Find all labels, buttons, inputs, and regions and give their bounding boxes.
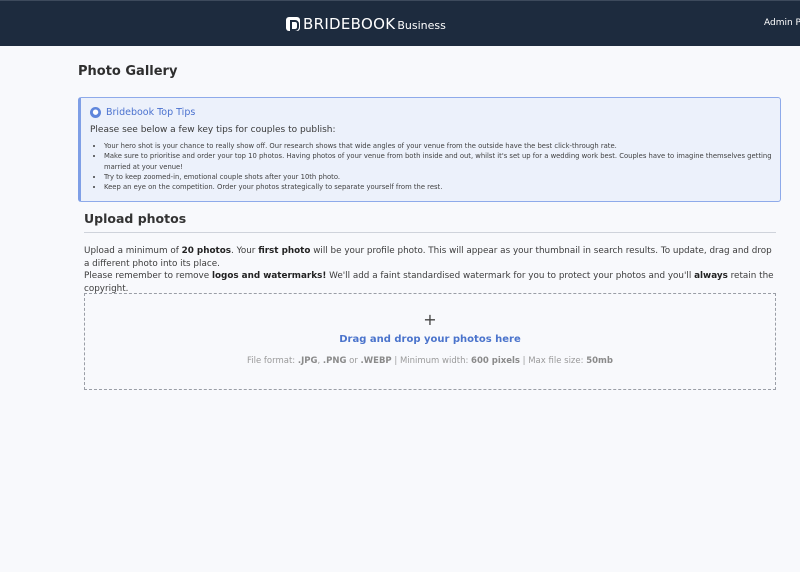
tip-item: Make sure to prioritise and order your t… [104, 151, 782, 172]
top-tips-panel: ● Bridebook Top Tips Please see below a … [78, 97, 781, 202]
upload-section-title: Upload photos [84, 211, 187, 226]
tips-header: ● Bridebook Top Tips [90, 107, 195, 118]
tips-title: Bridebook Top Tips [106, 107, 196, 118]
brand-logo-link[interactable]: BRIDEBOOK Business [286, 14, 446, 34]
section-divider [84, 232, 776, 233]
tip-item: Try to keep zoomed-in, emotional couple … [104, 172, 782, 182]
brand-name: BRIDEBOOK [303, 15, 396, 33]
top-navbar: BRIDEBOOK Business Admin Pa [0, 0, 800, 46]
admin-panel-link[interactable]: Admin Pa [764, 18, 800, 28]
tip-item: Keep an eye on the competition. Order yo… [104, 182, 782, 192]
add-photo-icon[interactable]: + [85, 311, 775, 329]
file-requirements: File format: .JPG, .PNG or .WEBP | Minim… [247, 356, 613, 366]
tip-item: Your hero shot is your chance to really … [104, 141, 782, 151]
photo-dropzone[interactable]: + Drag and drop your photos here File fo… [84, 293, 776, 390]
bridebook-logo-icon [286, 17, 300, 31]
brand-subtitle: Business [397, 19, 446, 32]
dropzone-label[interactable]: Drag and drop your photos here [85, 334, 775, 345]
page-title: Photo Gallery [78, 64, 178, 79]
upload-description: Upload a minimum of 20 photos. Your firs… [84, 246, 774, 294]
tips-list: Your hero shot is your chance to really … [90, 141, 782, 192]
bulb-icon: ● [90, 107, 101, 118]
tips-intro: Please see below a few key tips for coup… [90, 125, 336, 135]
